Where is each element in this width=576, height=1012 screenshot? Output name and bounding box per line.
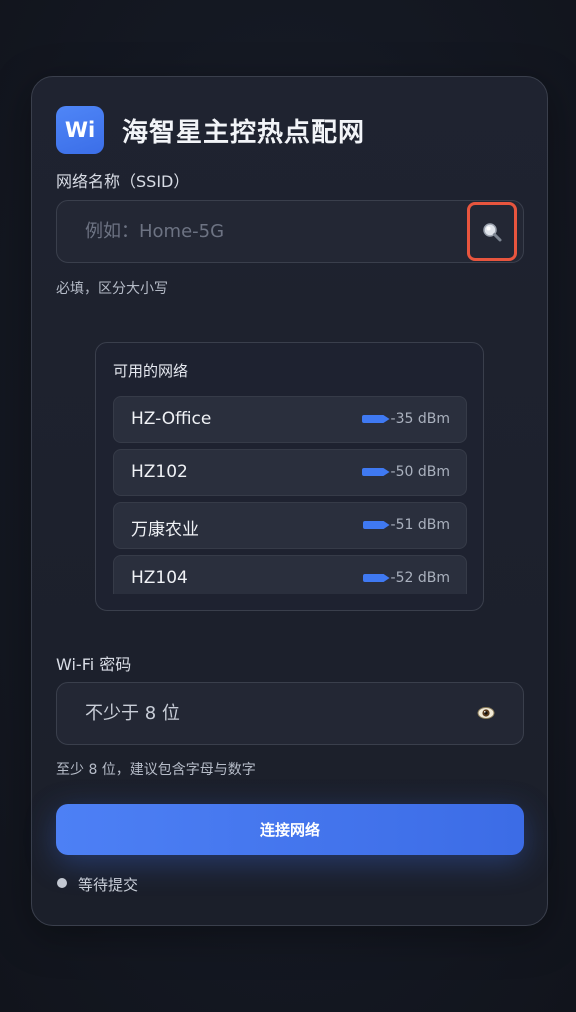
ssid-input[interactable]: [83, 201, 447, 262]
signal-bar-icon: [362, 574, 390, 582]
network-signal: -50 dBm: [361, 464, 450, 480]
magnifier-icon: [483, 222, 502, 241]
signal-bar-icon: [362, 521, 390, 529]
ssid-label: 网络名称（SSID）: [56, 172, 190, 191]
network-signal-text: -51 dBm: [390, 517, 450, 533]
network-signal-text: -35 dBm: [390, 411, 450, 427]
network-item[interactable]: HZ102 -50 dBm: [113, 449, 467, 496]
network-signal: -52 dBm: [362, 570, 450, 586]
network-name: HZ-Office: [131, 409, 212, 429]
network-item[interactable]: 万康农业 -51 dBm: [113, 502, 467, 549]
network-signal-text: -50 dBm: [390, 464, 450, 480]
signal-bar-icon: [361, 468, 390, 476]
app-icon: Wi: [56, 106, 104, 154]
available-networks-panel: 可用的网络 HZ-Office -35 dBm HZ102 -50 dBm 万康…: [95, 342, 484, 611]
app-title: 海智星主控热点配网: [122, 118, 366, 148]
network-list[interactable]: HZ-Office -35 dBm HZ102 -50 dBm 万康农业 -51…: [113, 396, 467, 594]
ssid-field: [56, 200, 524, 263]
signal-bar-icon: [361, 415, 390, 423]
network-signal: -35 dBm: [361, 411, 450, 427]
network-name: 万康农业: [131, 520, 199, 540]
network-item[interactable]: HZ-Office -35 dBm: [113, 396, 467, 443]
network-signal-text: -52 dBm: [390, 570, 450, 586]
network-name: HZ104: [131, 568, 188, 588]
network-signal: -51 dBm: [362, 517, 450, 533]
network-item[interactable]: HZ104 -52 dBm: [113, 555, 467, 594]
toggle-password-visibility-button[interactable]: [477, 704, 495, 722]
status-indicator-dot: [57, 878, 67, 888]
password-hint: 至少 8 位，建议包含字母与数字: [56, 762, 256, 778]
ssid-hint: 必填，区分大小写: [56, 281, 168, 297]
network-name: HZ102: [131, 462, 188, 482]
password-input[interactable]: [83, 683, 447, 744]
eye-icon: [477, 707, 495, 719]
search-networks-button[interactable]: [467, 202, 517, 261]
status-text: 等待提交: [78, 876, 139, 894]
password-field: [56, 682, 524, 745]
available-networks-title: 可用的网络: [113, 362, 189, 380]
password-label: Wi-Fi 密码: [56, 655, 132, 674]
connect-network-button[interactable]: 连接网络: [56, 804, 524, 855]
